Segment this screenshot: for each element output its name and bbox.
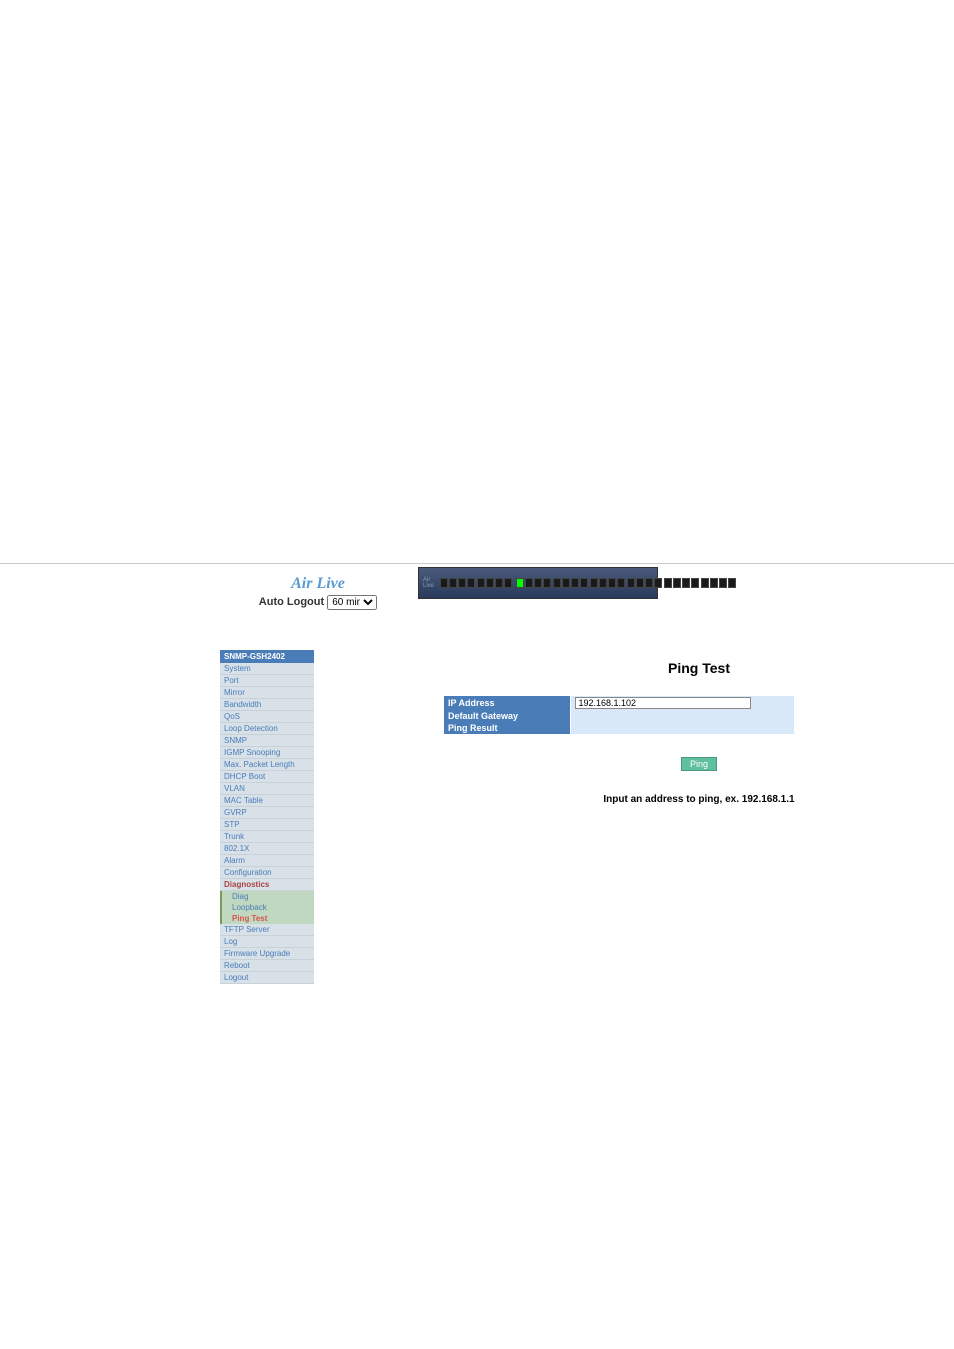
sidebar-item-port[interactable]: Port	[220, 675, 314, 687]
navigation-sidebar: SNMP-GSH2402 System Port Mirror Bandwidt…	[220, 650, 314, 984]
sidebar-item-loop-detection[interactable]: Loop Detection	[220, 723, 314, 735]
ping-result-label: Ping Result	[444, 722, 571, 734]
sidebar-item-qos[interactable]: QoS	[220, 711, 314, 723]
sidebar-item-vlan[interactable]: VLAN	[220, 783, 314, 795]
sidebar-item-bandwidth[interactable]: Bandwidth	[220, 699, 314, 711]
sidebar-subitem-diag[interactable]: Diag	[220, 891, 314, 902]
sidebar-item-system[interactable]: System	[220, 663, 314, 675]
sidebar-item-mirror[interactable]: Mirror	[220, 687, 314, 699]
ping-hint-text: Input an address to ping, ex. 192.168.1.…	[444, 794, 954, 805]
ip-address-input[interactable]	[575, 697, 751, 709]
ping-test-table: IP Address Default Gateway Ping Result	[444, 696, 794, 734]
sidebar-item-log[interactable]: Log	[220, 936, 314, 948]
sidebar-title: SNMP-GSH2402	[220, 650, 314, 663]
page-title: Ping Test	[444, 660, 954, 676]
ip-address-label: IP Address	[444, 696, 571, 710]
sidebar-item-dhcp-boot[interactable]: DHCP Boot	[220, 771, 314, 783]
sidebar-item-stp[interactable]: STP	[220, 819, 314, 831]
ping-result-value	[571, 722, 794, 734]
sidebar-item-firmware-upgrade[interactable]: Firmware Upgrade	[220, 948, 314, 960]
sidebar-item-reboot[interactable]: Reboot	[220, 960, 314, 972]
sidebar-item-configuration[interactable]: Configuration	[220, 867, 314, 879]
sidebar-item-logout[interactable]: Logout	[220, 972, 314, 984]
default-gateway-value	[571, 710, 794, 722]
sidebar-subitem-loopback[interactable]: Loopback	[220, 902, 314, 913]
ping-button[interactable]: Ping	[681, 757, 717, 771]
sidebar-item-8021x[interactable]: 802.1X	[220, 843, 314, 855]
sidebar-item-tftp-server[interactable]: TFTP Server	[220, 924, 314, 936]
sidebar-item-diagnostics[interactable]: Diagnostics	[220, 879, 314, 891]
sidebar-item-trunk[interactable]: Trunk	[220, 831, 314, 843]
sidebar-subitem-ping-test[interactable]: Ping Test	[220, 913, 314, 924]
sidebar-item-alarm[interactable]: Alarm	[220, 855, 314, 867]
device-panel-image: Air Live	[418, 567, 658, 599]
sidebar-item-snmp[interactable]: SNMP	[220, 735, 314, 747]
sidebar-item-mac-table[interactable]: MAC Table	[220, 795, 314, 807]
sidebar-item-gvrp[interactable]: GVRP	[220, 807, 314, 819]
sidebar-item-max-packet-length[interactable]: Max. Packet Length	[220, 759, 314, 771]
sidebar-item-igmp-snooping[interactable]: IGMP Snooping	[220, 747, 314, 759]
auto-logout-label: Auto Logout 60 min	[218, 595, 418, 610]
auto-logout-select[interactable]: 60 min	[327, 595, 377, 610]
default-gateway-label: Default Gateway	[444, 710, 571, 722]
brand-logo: Air Live	[218, 575, 418, 593]
